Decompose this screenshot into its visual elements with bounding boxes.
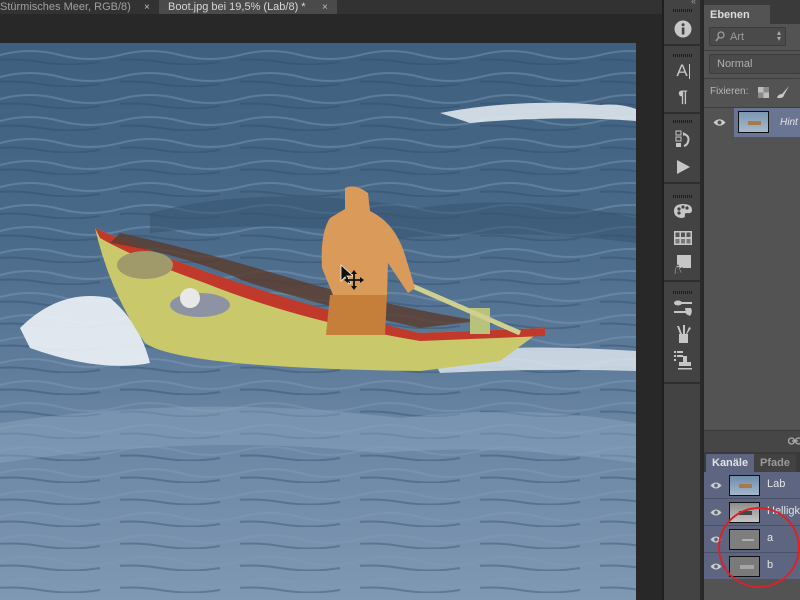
tab-label: Boot.jpg bei 19,5% (Lab/8) * — [168, 1, 306, 13]
info-icon[interactable] — [673, 19, 693, 39]
document-ruler-strip — [0, 14, 662, 42]
channel-name: Lab — [767, 478, 786, 490]
brush-icon[interactable] — [673, 324, 693, 344]
color-palette-icon[interactable] — [673, 201, 693, 221]
character-icon[interactable]: A — [673, 61, 693, 81]
lock-transparent-pixels-icon[interactable] — [758, 87, 769, 98]
filter-kind-label: Art — [730, 30, 745, 43]
dock-grip[interactable] — [673, 9, 693, 12]
dock-group-info — [664, 0, 702, 46]
move-cursor-icon — [340, 264, 364, 290]
dock-grip[interactable] — [673, 195, 693, 198]
layers-panel-header: Ebenen — [704, 0, 800, 24]
layer-name: Hint — [780, 117, 798, 128]
paragraph-icon[interactable]: ¶ — [673, 87, 693, 107]
dock-group-color: fx — [664, 186, 702, 282]
rope-coil — [117, 251, 173, 279]
lock-image-pixels-icon[interactable] — [776, 86, 790, 99]
clone-source-icon[interactable] — [673, 350, 693, 370]
dock-grip[interactable] — [673, 54, 693, 57]
layer-visibility-toggle[interactable] — [704, 108, 734, 137]
channel-thumbnail — [729, 475, 760, 496]
document-tab-bar: Stürmisches Meer, RGB/8) × Boot.jpg bei … — [0, 0, 662, 14]
updown-arrows-icon: ▴ ▾ — [776, 28, 781, 43]
lock-row: Fixieren: — [710, 86, 748, 97]
tab-ebenen[interactable]: Ebenen — [704, 5, 770, 24]
canvas-gutter — [636, 42, 662, 600]
channels-panel-header: Kanäle Pfade — [704, 452, 800, 472]
paragraph-glyph: ¶ — [678, 87, 688, 106]
tab-kanaele[interactable]: Kanäle — [706, 454, 754, 472]
close-icon[interactable]: × — [322, 2, 328, 13]
annotation-circle — [718, 507, 800, 588]
dock-group-brush — [664, 284, 702, 384]
panel-icon-dock: A ¶ fx — [664, 0, 702, 600]
layer-thumbnail — [738, 111, 769, 133]
document-tab-stuermisches-meer[interactable]: Stürmisches Meer, RGB/8) × — [0, 0, 156, 14]
tab-label: Ebenen — [710, 8, 750, 21]
brush-presets-icon[interactable] — [673, 298, 693, 318]
tab-label: Stürmisches Meer, RGB/8) — [0, 1, 131, 13]
styles-fx-icon[interactable]: fx — [673, 254, 693, 274]
actions-play-icon[interactable] — [673, 157, 693, 177]
eye-icon[interactable] — [710, 481, 722, 490]
link-layers-icon[interactable] — [788, 437, 800, 445]
lock-label: Fixieren: — [710, 86, 749, 97]
canvas-area[interactable] — [0, 42, 662, 600]
dock-group-type: A ¶ — [664, 48, 702, 114]
blend-mode-select[interactable]: Normal — [709, 54, 800, 74]
history-icon[interactable] — [673, 129, 693, 149]
channel-row-lab[interactable]: Lab — [704, 472, 800, 499]
eye-icon — [713, 119, 726, 126]
document-tab-boot[interactable]: Boot.jpg bei 19,5% (Lab/8) * × — [159, 0, 337, 14]
collapse-dock-icon[interactable]: « — [691, 0, 696, 6]
fisherman-trousers — [326, 295, 387, 335]
dock-grip[interactable] — [673, 120, 693, 123]
photoshop-window: Stürmisches Meer, RGB/8) × Boot.jpg bei … — [0, 0, 800, 600]
search-icon — [715, 31, 725, 42]
divider — [704, 50, 800, 51]
buoy — [180, 288, 200, 308]
tab-pfade[interactable]: Pfade — [754, 454, 796, 472]
eye-icon[interactable] — [710, 562, 722, 571]
layers-panel-footer — [704, 430, 800, 452]
eye-icon[interactable] — [710, 508, 722, 517]
dock-grip[interactable] — [673, 291, 693, 294]
boat-photo — [0, 43, 636, 600]
dock-group-history — [664, 116, 702, 184]
swatches-icon[interactable] — [673, 228, 693, 248]
document-image[interactable] — [0, 43, 636, 600]
tab-label: Pfade — [760, 457, 790, 469]
divider — [704, 78, 800, 79]
tab-label: Kanäle — [712, 457, 749, 469]
layer-row-hintergrund[interactable]: Hint — [704, 108, 800, 137]
fx-glyph: fx — [674, 262, 683, 274]
close-icon[interactable]: × — [144, 2, 150, 13]
net-pile — [170, 293, 230, 317]
layer-filter-kind-select[interactable]: Art ▴ ▾ — [709, 27, 786, 46]
character-glyph: A — [676, 61, 688, 80]
blend-mode-value: Normal — [717, 58, 753, 70]
